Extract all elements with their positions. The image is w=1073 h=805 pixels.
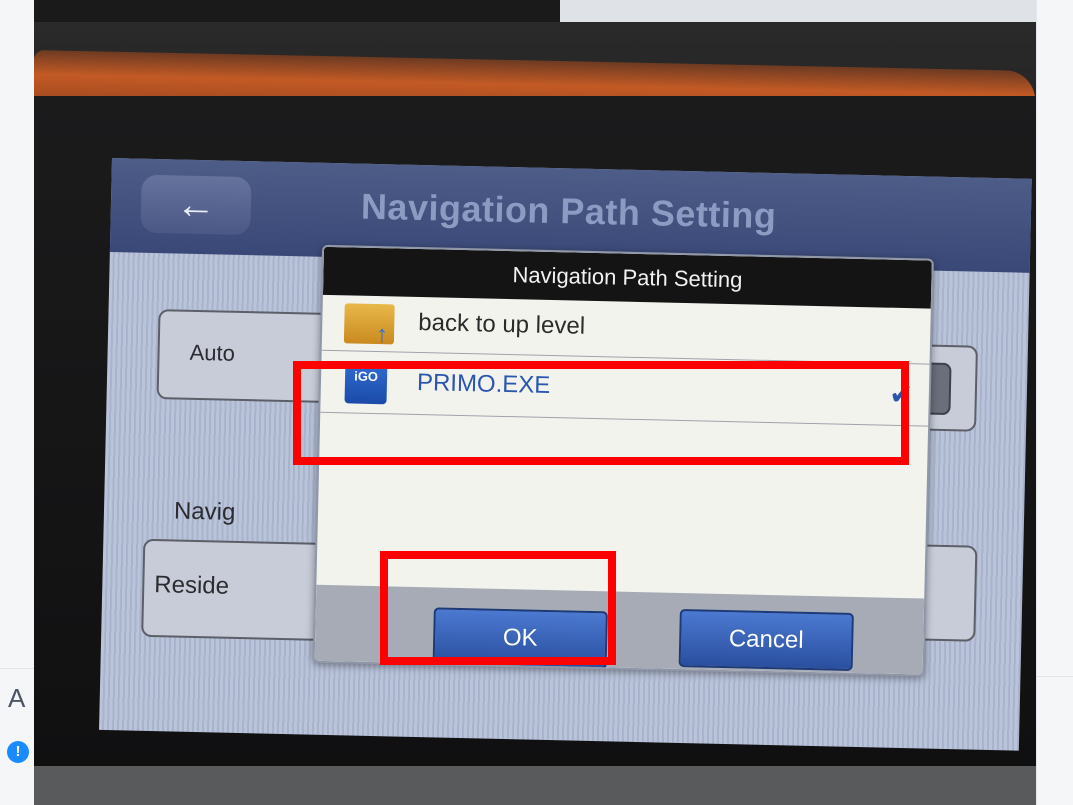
folder-up-icon: ↑ <box>343 303 395 348</box>
photo-top-dark <box>34 0 560 22</box>
page-partial-heading: A <box>8 683 26 713</box>
highlight-box-ok <box>380 551 616 665</box>
page-divider-right <box>1037 676 1073 677</box>
screen-title: Navigation Path Setting <box>360 185 777 237</box>
up-arrow-icon: ↑ <box>375 321 389 349</box>
cancel-button[interactable]: Cancel <box>678 609 854 671</box>
resident-path-label: Reside <box>154 571 230 600</box>
list-item-label: back to up level <box>418 308 586 340</box>
info-icon[interactable]: ! <box>7 741 29 763</box>
back-button[interactable]: ← <box>140 174 252 236</box>
page-divider <box>0 668 34 669</box>
navigation-path-label: Navig <box>173 497 236 526</box>
highlight-box-primo <box>293 361 909 465</box>
page-right-margin <box>1036 0 1073 805</box>
left-arrow-icon: ← <box>175 182 217 228</box>
photo-top-light <box>560 0 1036 22</box>
auto-setting-label: Auto <box>189 339 236 366</box>
photo-bottom-band <box>34 766 1036 805</box>
